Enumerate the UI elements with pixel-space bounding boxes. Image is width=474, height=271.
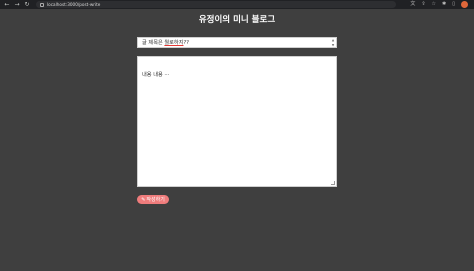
title-spinner[interactable]: ▲ ▼ (331, 39, 335, 47)
title-placeholder-underlined: 뭘로하지 (164, 40, 184, 46)
pencil-icon: ✎ (141, 196, 146, 203)
translate-icon[interactable]: 文 (410, 1, 415, 8)
browser-tools: 文 ⇪ ☆ ✱ ▯ (410, 1, 468, 8)
spin-down-icon[interactable]: ▼ (331, 44, 335, 47)
title-placeholder-suffix: ?? (183, 40, 189, 46)
title-placeholder: 글 제목은 뭘로하지?? (142, 39, 189, 46)
browser-toolbar: ← → ↻ localhost:3000/post-write 文 ⇪ ☆ ✱ … (0, 0, 474, 9)
site-info-icon[interactable] (40, 2, 44, 7)
bookmark-icon[interactable]: ☆ (432, 1, 436, 8)
address-bar[interactable]: localhost:3000/post-write (36, 1, 396, 8)
spin-up-icon[interactable]: ▲ (331, 39, 335, 42)
forward-icon[interactable]: → (14, 1, 20, 8)
profile-avatar[interactable] (461, 1, 468, 8)
share-icon[interactable]: ⇪ (421, 1, 425, 8)
title-placeholder-prefix: 글 제목은 (142, 40, 165, 46)
address-text: localhost:3000/post-write (47, 2, 101, 7)
reload-icon[interactable]: ↻ (24, 1, 30, 8)
back-icon[interactable]: ← (4, 1, 10, 8)
resize-handle-icon[interactable] (331, 181, 335, 185)
browser-nav: ← → ↻ (4, 1, 30, 8)
submit-label: 작성하기 (146, 196, 165, 203)
content-textarea[interactable]: 내용 내용 ··· (137, 56, 337, 187)
sidebar-icon[interactable]: ▯ (452, 1, 455, 8)
extensions-icon[interactable]: ✱ (442, 1, 446, 8)
page-title: 유정이의 미니 블로그 (198, 15, 276, 25)
title-input[interactable]: 글 제목은 뭘로하지?? ▲ ▼ (137, 37, 337, 48)
submit-button[interactable]: ✎ 작성하기 (137, 195, 169, 204)
content-placeholder: 내용 내용 ··· (142, 72, 170, 78)
